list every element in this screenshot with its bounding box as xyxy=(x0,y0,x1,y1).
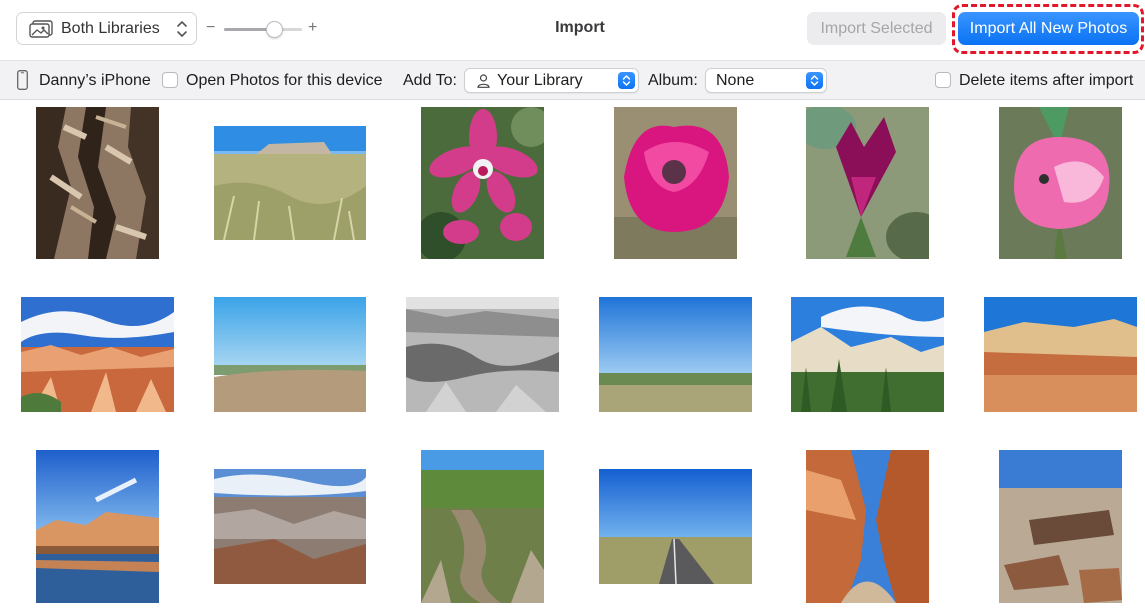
photo-thumbnail-lake-cliffs[interactable] xyxy=(36,450,159,603)
popup-stepper-icon xyxy=(806,72,823,89)
album-popup[interactable]: None xyxy=(705,68,827,93)
import-all-new-photos-button[interactable]: Import All New Photos xyxy=(958,12,1139,45)
photo-thumbnail-magenta-tulip[interactable] xyxy=(614,107,737,259)
add-to-value: Your Library xyxy=(497,72,583,89)
photo-thumbnail-grassland-mesa[interactable] xyxy=(214,126,366,240)
window-title: Import xyxy=(555,19,605,36)
photo-grid xyxy=(0,101,1145,609)
import-selected-button[interactable]: Import Selected xyxy=(807,12,946,45)
photo-thumbnail-pink-tulip[interactable] xyxy=(999,107,1122,259)
zoom-in-icon[interactable]: + xyxy=(308,18,317,38)
album-label: Album: xyxy=(648,72,698,89)
person-icon xyxy=(477,74,490,88)
toolbar: Both Libraries − + Import Import Selecte… xyxy=(0,0,1145,60)
photo-thumbnail-bryce-canyon[interactable] xyxy=(21,297,174,412)
photo-thumbnail-red-cliffs[interactable] xyxy=(984,297,1137,412)
chevron-up-down-icon xyxy=(177,21,187,37)
zoom-slider[interactable] xyxy=(224,28,302,31)
photos-library-icon xyxy=(29,20,53,38)
delete-after-import-checkbox[interactable] xyxy=(935,72,951,88)
photo-thumbnail-zion-mesas[interactable] xyxy=(791,297,944,412)
album-value: None xyxy=(716,72,755,89)
photo-thumbnail-creek-wash[interactable] xyxy=(421,450,544,603)
photo-thumbnail-petrified-wood[interactable] xyxy=(999,450,1122,603)
add-to-label: Add To: xyxy=(403,72,457,89)
device-bar: Danny’s iPhone Open Photos for this devi… xyxy=(0,60,1145,100)
photo-thumbnail-flat-horizon[interactable] xyxy=(599,297,752,412)
photo-thumbnail-pink-orchids[interactable] xyxy=(421,107,544,259)
device-name[interactable]: Danny’s iPhone xyxy=(39,72,151,90)
add-to-popup[interactable]: Your Library xyxy=(464,68,639,93)
photo-thumbnail-slot-canyon[interactable] xyxy=(806,450,929,603)
open-photos-checkbox[interactable] xyxy=(162,72,178,88)
photo-thumbnail-blue-sky-plain[interactable] xyxy=(214,297,366,412)
open-photos-label[interactable]: Open Photos for this device xyxy=(186,72,383,90)
photo-thumbnail-purple-tulip[interactable] xyxy=(806,107,929,259)
photo-thumbnail-tree-bark[interactable] xyxy=(36,107,159,259)
photo-thumbnail-badlands-bw[interactable] xyxy=(406,297,559,412)
delete-after-import-label[interactable]: Delete items after import xyxy=(959,72,1133,90)
library-selector[interactable]: Both Libraries xyxy=(16,12,197,45)
zoom-out-icon[interactable]: − xyxy=(206,18,215,38)
zoom-slider-knob[interactable] xyxy=(266,21,284,38)
iphone-icon xyxy=(17,70,28,90)
library-selector-label: Both Libraries xyxy=(61,20,160,37)
photo-thumbnail-open-road[interactable] xyxy=(599,469,752,584)
photo-thumbnail-grand-canyon[interactable] xyxy=(214,469,366,584)
popup-stepper-icon xyxy=(618,72,635,89)
